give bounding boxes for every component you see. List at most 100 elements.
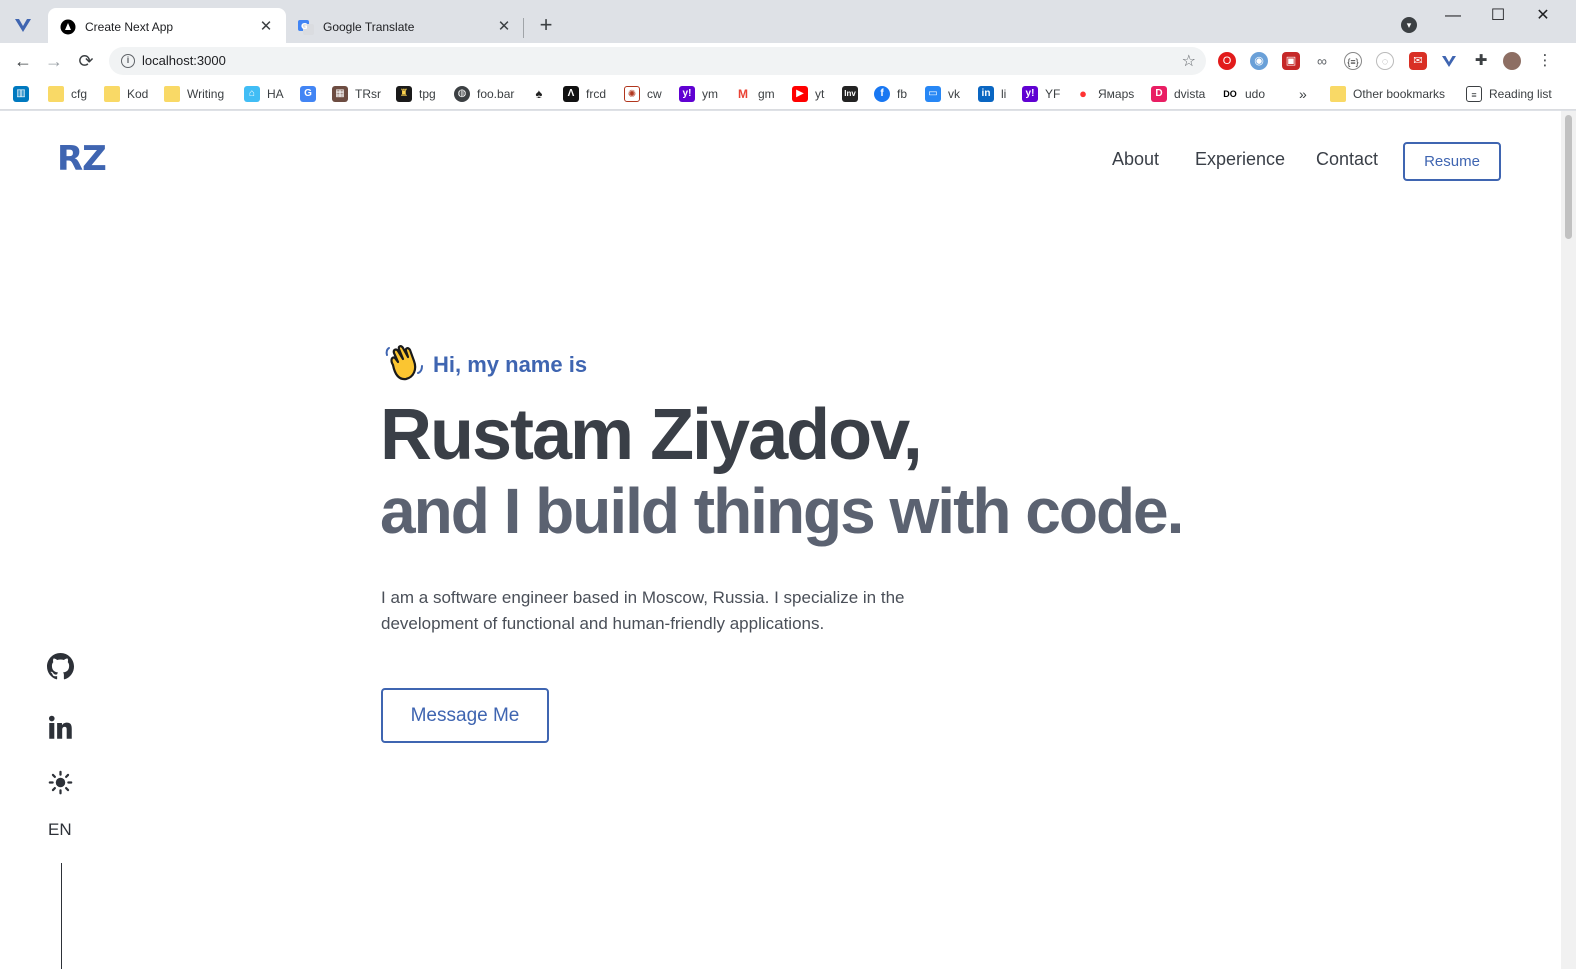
new-tab-button[interactable]: + [534, 14, 558, 38]
bookmark-udo[interactable]: DO udo [1222, 85, 1265, 103]
bookmark-inv[interactable]: Inv [842, 85, 865, 103]
bookmark-spade[interactable]: ♠ [531, 85, 554, 103]
home-assistant-icon: ⌂ [244, 86, 260, 102]
page-viewport: RZ About Experience Contact Resume Hi, m… [0, 111, 1576, 969]
frcd-icon: Λ [563, 86, 579, 102]
bookmark-yf[interactable]: y! YF [1022, 85, 1060, 103]
bookmark-star-icon[interactable]: ☆ [1182, 51, 1196, 71]
bookmark-gm[interactable]: Mgm [735, 85, 775, 103]
bookmark-label: yt [815, 87, 825, 101]
bookmarks-overflow-button[interactable]: » [1299, 85, 1307, 103]
bookmark-ym[interactable]: y! ym [679, 85, 718, 103]
codewars-icon: ✺ [624, 86, 640, 102]
forward-button[interactable]: → [43, 50, 65, 72]
gmail-icon: M [735, 86, 751, 102]
vivaldi-icon[interactable] [12, 14, 34, 36]
bookmark-yamaps[interactable]: ● Ямaps [1075, 85, 1134, 103]
bookmark-label: Writing [187, 87, 225, 101]
bookmark-label: YF [1045, 87, 1061, 101]
address-url[interactable]: localhost:3000 [142, 53, 226, 68]
screenshot-extension-icon[interactable]: ▣ [1282, 52, 1300, 70]
hero-description: I am a software engineer based in Moscow… [381, 588, 905, 633]
language-switcher[interactable]: EN [48, 820, 72, 840]
bookmark-cfg[interactable]: cfg [48, 85, 87, 103]
scrollbar[interactable] [1561, 111, 1576, 969]
bookmark-frcd[interactable]: Λfrcd [563, 85, 606, 103]
tab-google-translate[interactable]: G Google Translate ✕ [286, 8, 524, 46]
close-tab-icon[interactable]: ✕ [496, 19, 512, 35]
bookmark-trsr[interactable]: ▦ TRsr [332, 85, 381, 103]
github-icon[interactable] [47, 653, 74, 680]
extensions-puzzle-icon[interactable]: ✚ [1472, 52, 1490, 70]
profile-avatar[interactable] [1503, 52, 1521, 70]
spade-icon: ♠ [531, 86, 547, 102]
maximize-button[interactable]: ☐ [1483, 6, 1513, 26]
nav-about[interactable]: About [1112, 149, 1159, 170]
hero-intro: Hi, my name is [433, 352, 588, 377]
bookmark-label: dvista [1174, 87, 1206, 101]
bookmark-foobar[interactable]: ◍ foo.bar [454, 85, 514, 103]
facebook-icon: f [874, 86, 890, 102]
yahoo-finance-icon: y! [1022, 86, 1038, 102]
reading-list[interactable]: ≡ Reading list [1466, 85, 1552, 103]
bookmark-ha[interactable]: ⌂ HA [244, 85, 284, 103]
trsr-icon: ▦ [332, 86, 348, 102]
bookmark-translate[interactable]: G [300, 85, 323, 103]
bookmark-dvista[interactable]: Ddvista [1151, 85, 1205, 103]
hero-tagline: and I build things with code. [380, 475, 1184, 547]
back-button[interactable]: ← [12, 50, 34, 72]
scrollbar-thumb[interactable] [1565, 115, 1572, 239]
info-icon[interactable]: i [121, 54, 135, 68]
tab-search-icon[interactable]: ▾ [1401, 17, 1417, 33]
theme-toggle-icon[interactable] [47, 769, 74, 796]
bookmark-tpg[interactable]: ♜ tpg [396, 85, 436, 103]
bookmark-vk[interactable]: ▭ vk [925, 85, 960, 103]
bookmark-label: tpg [419, 87, 436, 101]
bookmark-label: Kod [127, 87, 149, 101]
vivaldi-extension-icon[interactable] [1440, 52, 1458, 70]
folder-icon [104, 86, 120, 102]
tab-title: Create Next App [85, 20, 174, 34]
opera-extension-icon[interactable]: O [1218, 52, 1236, 70]
bookmark-li[interactable]: in li [978, 85, 1006, 103]
close-tab-icon[interactable]: ✕ [258, 19, 274, 35]
youtube-icon: ▶ [792, 86, 808, 102]
resume-button[interactable]: Resume [1403, 142, 1501, 181]
bookmark-label: Other bookmarks [1353, 87, 1446, 101]
bookmark-label: fb [897, 87, 908, 101]
sidebar-divider [61, 863, 62, 969]
tab-title: Google Translate [323, 20, 415, 34]
folder-icon [164, 86, 180, 102]
folder-icon [1330, 86, 1346, 102]
linkedin-icon[interactable] [47, 714, 74, 741]
bookmark-yt[interactable]: ▶ yt [792, 85, 824, 103]
bookmark-fb[interactable]: f fb [874, 85, 907, 103]
tab-separator [523, 18, 524, 38]
timer-extension-icon[interactable]: ◌ [1376, 52, 1394, 70]
json-extension-icon[interactable]: {≡} [1344, 52, 1362, 70]
bookmark-trello[interactable]: ▥ [13, 85, 36, 103]
link-extension-icon[interactable]: ∞ [1313, 52, 1331, 70]
site-logo[interactable]: RZ [57, 139, 107, 179]
browser-menu-icon[interactable]: ⋮ [1536, 52, 1554, 70]
reload-button[interactable]: ⟳ [75, 50, 97, 72]
yahoo-icon: y! [679, 86, 695, 102]
bookmark-kod[interactable]: Kod [104, 85, 148, 103]
udo-icon: DO [1222, 86, 1238, 102]
bookmark-cw[interactable]: ✺ cw [624, 85, 662, 103]
close-window-button[interactable]: ✕ [1528, 6, 1558, 26]
eye-extension-icon[interactable]: ◉ [1250, 52, 1268, 70]
bookmark-label: Ямaps [1098, 87, 1135, 101]
mail-extension-icon[interactable]: ✉ [1409, 52, 1427, 70]
bookmark-writing[interactable]: Writing [164, 85, 224, 103]
other-bookmarks[interactable]: Other bookmarks [1330, 85, 1445, 103]
tab-create-next-app[interactable]: Create Next App ✕ [48, 8, 286, 46]
nextjs-icon [60, 19, 76, 35]
message-me-button[interactable]: Message Me [381, 688, 549, 743]
globe-icon: ◍ [454, 86, 470, 102]
minimize-button[interactable]: — [1438, 6, 1468, 26]
nav-contact[interactable]: Contact [1316, 149, 1378, 170]
bookmark-label: cfg [71, 87, 88, 101]
address-bar[interactable]: i localhost:3000 ☆ [109, 47, 1206, 75]
nav-experience[interactable]: Experience [1195, 149, 1285, 170]
